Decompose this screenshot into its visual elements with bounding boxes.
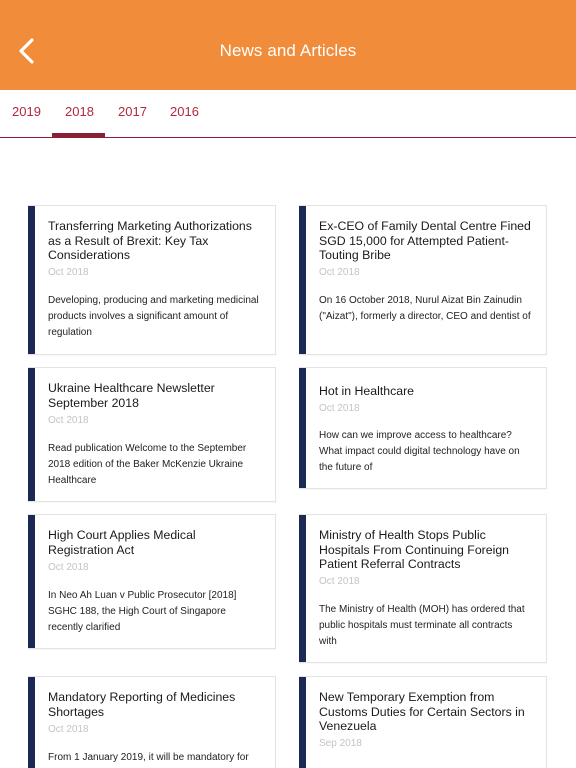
article-excerpt: Read publication Welcome to the Septembe… xyxy=(48,443,247,486)
year-tabs: 2019 2018 2017 2016 xyxy=(0,90,576,138)
article-date: Sep 2018 xyxy=(319,738,362,749)
tab-2017[interactable]: 2017 xyxy=(118,104,147,119)
article-date: Oct 2018 xyxy=(319,267,360,278)
tab-2016[interactable]: 2016 xyxy=(170,104,199,119)
article-date: Oct 2018 xyxy=(48,562,89,573)
article-date: Oct 2018 xyxy=(319,403,360,414)
tab-2018[interactable]: 2018 xyxy=(65,104,94,119)
article-date: Oct 2018 xyxy=(48,415,89,426)
tab-2019[interactable]: 2019 xyxy=(12,104,41,119)
article-excerpt: In Neo Ah Luan v Public Prosecutor [2018… xyxy=(48,590,237,633)
app-header: News and Articles xyxy=(0,0,576,90)
article-title: Ukraine Healthcare Newsletter September … xyxy=(48,381,215,410)
article-excerpt: How can we improve access to healthcare?… xyxy=(319,430,520,473)
article-title: Ministry of Health Stops Public Hospital… xyxy=(319,528,510,571)
article-card[interactable]: Ministry of Health Stops Public Hospital… xyxy=(299,514,547,663)
active-tab-indicator xyxy=(52,133,105,137)
article-card[interactable]: Ex-CEO of Family Dental Centre Fined SGD… xyxy=(299,205,547,355)
article-date: Oct 2018 xyxy=(48,267,89,278)
article-excerpt: Developing, producing and marketing medi… xyxy=(48,295,259,338)
article-title: Hot in Healthcare xyxy=(319,384,415,398)
article-excerpt: From 1 January 2019, it will be mandator… xyxy=(48,752,249,763)
article-excerpt: On 16 October 2018, Nurul Aizat Bin Zain… xyxy=(319,295,531,322)
article-date: Oct 2018 xyxy=(48,724,89,735)
article-title: Transferring Marketing Authorizations as… xyxy=(48,219,252,262)
article-excerpt: The Ministry of Health (MOH) has ordered… xyxy=(319,604,525,647)
article-date: Oct 2018 xyxy=(319,576,360,587)
article-card[interactable]: New Temporary Exemption from Customs Dut… xyxy=(299,676,547,768)
article-title: High Court Applies Medical Registration … xyxy=(48,528,196,557)
article-title: Mandatory Reporting of Medicines Shortag… xyxy=(48,690,236,719)
article-card[interactable]: High Court Applies Medical Registration … xyxy=(28,514,276,649)
article-title: Ex-CEO of Family Dental Centre Fined SGD… xyxy=(319,219,531,262)
article-card[interactable]: Ukraine Healthcare Newsletter September … xyxy=(28,367,276,502)
page-title: News and Articles xyxy=(219,41,357,60)
article-list: Transferring Marketing Authorizations as… xyxy=(0,138,576,768)
article-title: New Temporary Exemption from Customs Dut… xyxy=(319,690,525,733)
article-card[interactable]: Hot in Healthcare Oct 2018 How can we im… xyxy=(299,367,547,489)
article-card[interactable]: Transferring Marketing Authorizations as… xyxy=(28,205,276,355)
article-card[interactable]: Mandatory Reporting of Medicines Shortag… xyxy=(28,676,276,768)
